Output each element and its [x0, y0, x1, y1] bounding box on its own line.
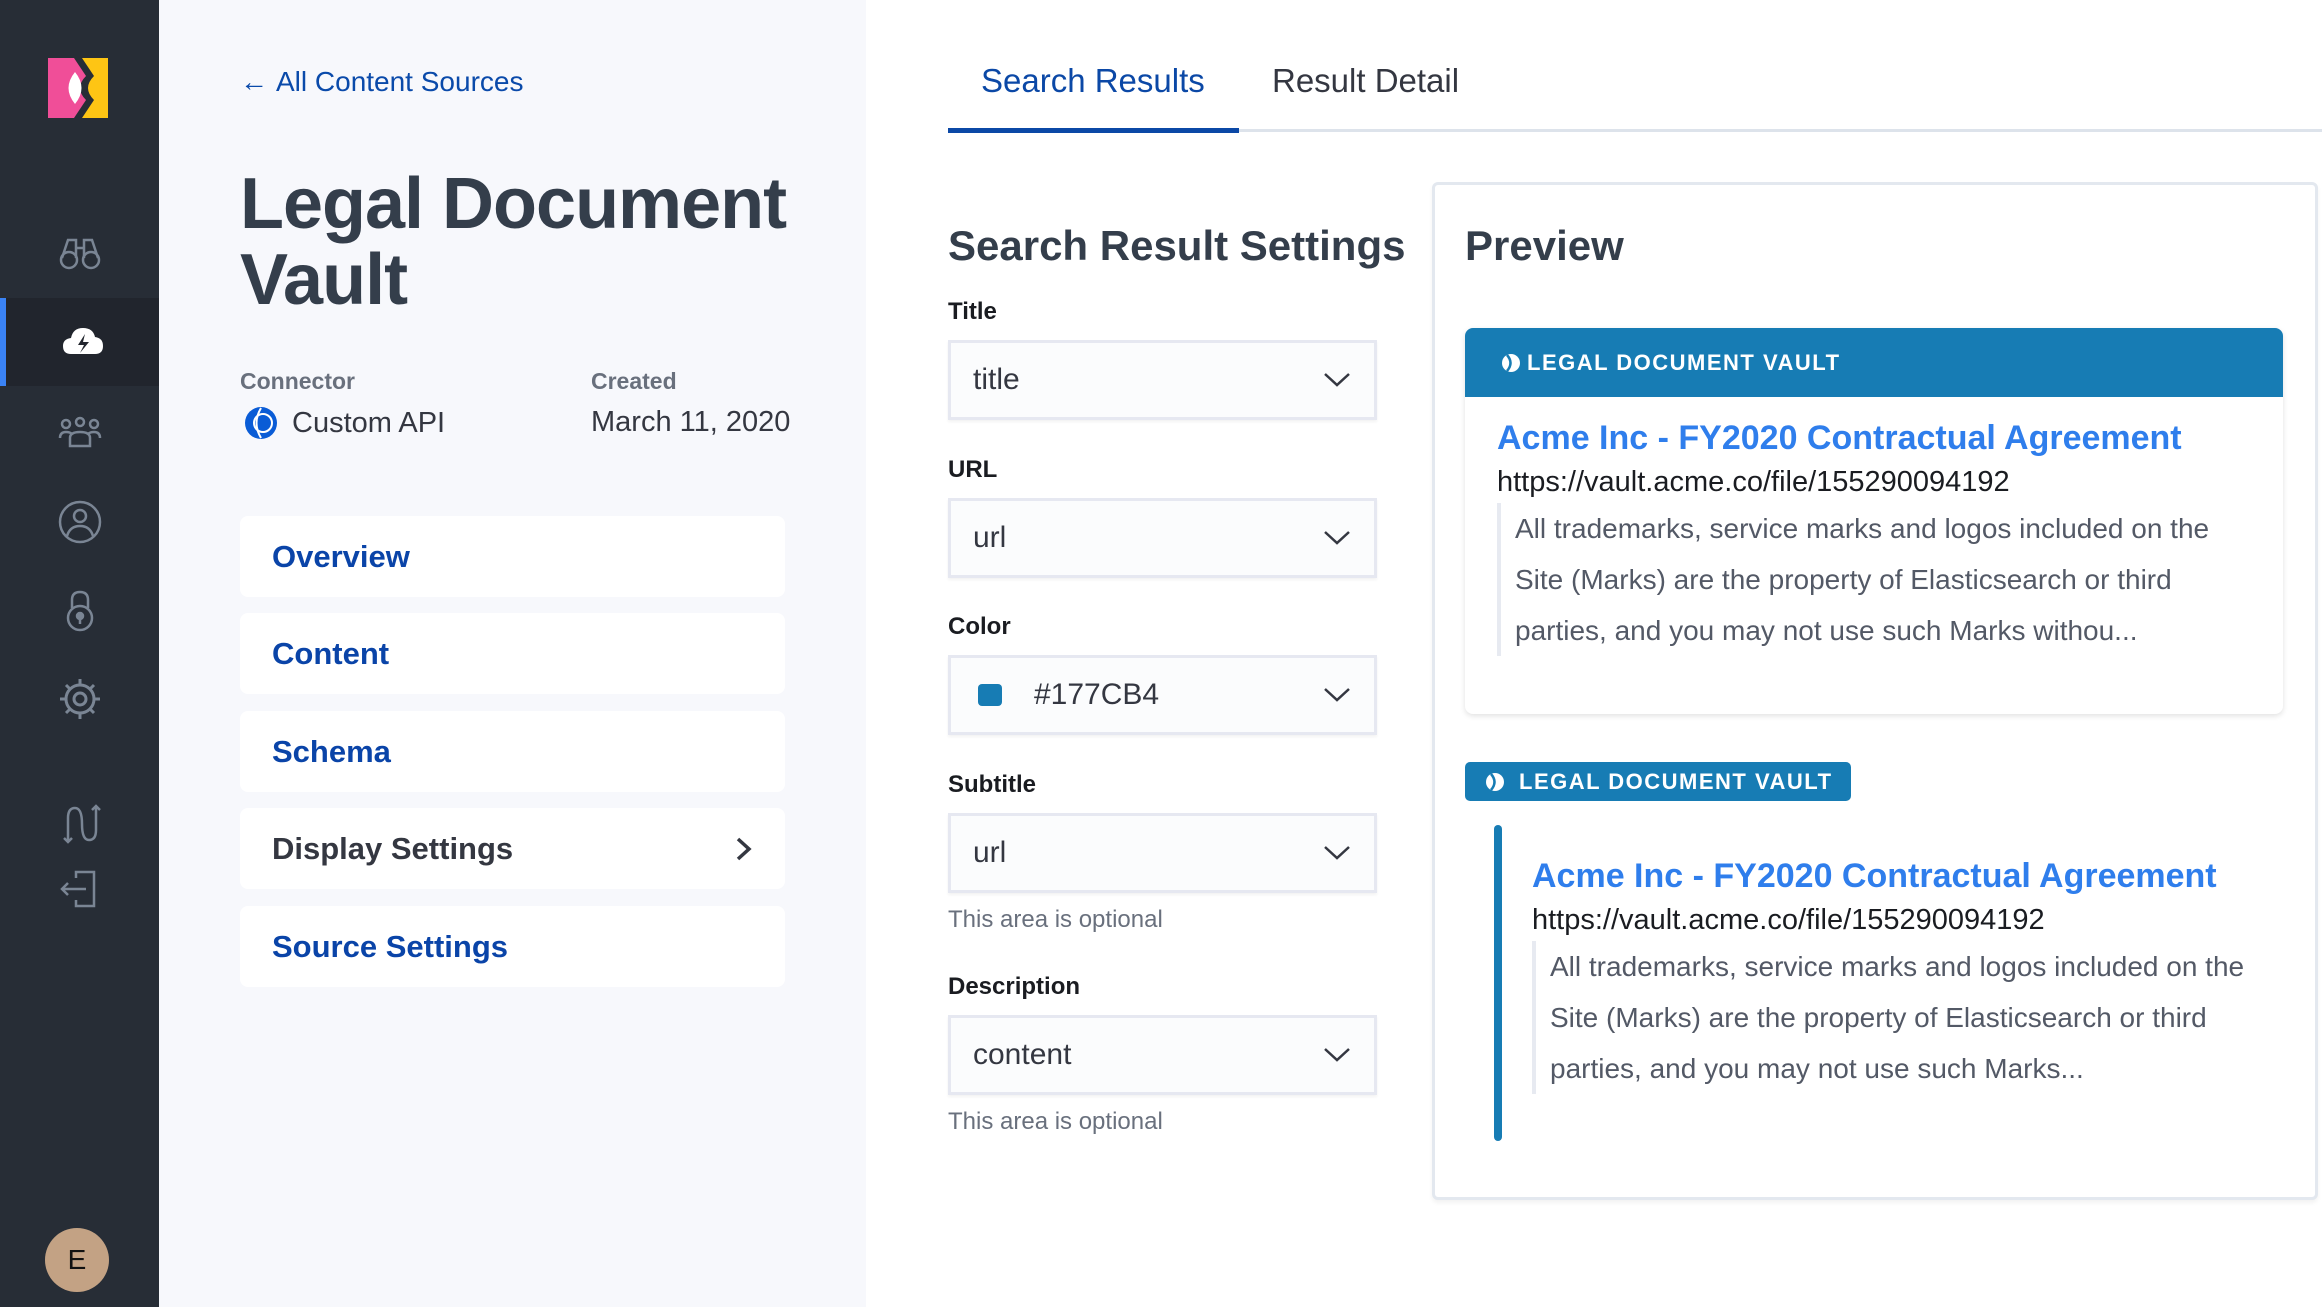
nav-item-display-settings[interactable]: Display Settings	[240, 808, 785, 889]
nav-item-label: Source Settings	[272, 928, 508, 964]
sidebar-item-search[interactable]	[0, 208, 159, 296]
preview-result-list-item: Acme Inc - FY2020 Contractual Agreement …	[1532, 857, 2272, 1094]
tab-search-results[interactable]: Search Results	[981, 62, 1205, 100]
preview-heading: Preview	[1465, 222, 1624, 269]
subtitle-help-text: This area is optional	[948, 906, 1163, 933]
result-description: All trademarks, service marks and logos …	[1532, 941, 2272, 1094]
url-select-value: url	[973, 521, 1007, 554]
chevron-down-icon	[1324, 531, 1350, 545]
connector-value: Custom API	[244, 406, 445, 440]
source-icon	[1486, 772, 1504, 791]
form-heading: Search Result Settings	[948, 222, 1406, 269]
arrow-left-icon: ←	[240, 66, 268, 97]
back-link-label: All Content Sources	[276, 66, 524, 97]
preview-result-card: LEGAL DOCUMENT VAULT Acme Inc - FY2020 C…	[1465, 328, 2283, 714]
created-date: March 11, 2020	[591, 406, 791, 438]
color-field-label: Color	[948, 613, 1011, 640]
nav-item-label: Content	[272, 635, 390, 671]
title-field-label: Title	[948, 298, 997, 325]
description-field-label: Description	[948, 973, 1081, 1000]
url-select[interactable]: url	[948, 498, 1377, 578]
sidebar-item-settings[interactable]	[0, 655, 159, 743]
sidebar-item-sources[interactable]	[0, 298, 159, 386]
chevron-down-icon	[1324, 846, 1350, 860]
result-accent-bar	[1494, 825, 1502, 1141]
binoculars-icon	[59, 238, 100, 270]
connector-name: Custom API	[292, 406, 446, 439]
result-source-badge: LEGAL DOCUMENT VAULT	[1465, 762, 1851, 801]
nav-item-label: Overview	[272, 538, 410, 574]
result-title-link[interactable]: Acme Inc - FY2020 Contractual Agreement	[1497, 419, 2251, 458]
connector-label: Connector	[240, 368, 355, 394]
description-help-text: This area is optional	[948, 1108, 1163, 1135]
user-circle-icon	[58, 500, 101, 544]
page-title: Legal Document Vault	[240, 164, 787, 320]
sidebar: E	[0, 0, 159, 1307]
subtitle-select[interactable]: url	[948, 813, 1377, 893]
result-description: All trademarks, service marks and logos …	[1497, 503, 2251, 656]
description-select-value: content	[973, 1038, 1072, 1071]
sidebar-item-groups[interactable]	[0, 388, 159, 476]
chevron-down-icon	[1324, 688, 1350, 702]
created-label: Created	[591, 368, 677, 394]
app-logo[interactable]	[48, 58, 108, 118]
created-value: March 11, 2020	[591, 406, 790, 439]
logout-icon	[59, 870, 95, 908]
gear-icon	[59, 679, 100, 719]
nav-item-overview[interactable]: Overview	[240, 516, 785, 597]
result-card-header: LEGAL DOCUMENT VAULT	[1465, 328, 2283, 397]
subtitle-field-label: Subtitle	[948, 771, 1036, 798]
chevron-down-icon	[1324, 373, 1350, 387]
description-select[interactable]: content	[948, 1015, 1377, 1095]
tab-active-indicator	[948, 128, 1239, 133]
nav-item-label: Schema	[272, 733, 391, 769]
sidebar-item-logout[interactable]	[0, 846, 159, 934]
chevron-down-icon	[1324, 1048, 1350, 1062]
back-link[interactable]: ← All Content Sources	[240, 66, 523, 98]
sidebar-item-profile[interactable]	[0, 478, 159, 566]
avatar[interactable]: E	[45, 1228, 109, 1292]
color-select[interactable]: #177CB4	[948, 655, 1377, 735]
sidebar-item-security[interactable]	[0, 566, 159, 654]
swap-icon	[62, 804, 101, 844]
title-select[interactable]: title	[948, 340, 1377, 420]
cloud-bolt-icon	[62, 328, 103, 354]
color-swatch	[978, 684, 1002, 706]
nav-item-source-settings[interactable]: Source Settings	[240, 906, 785, 987]
lock-icon	[66, 590, 93, 632]
subtitle-select-value: url	[973, 836, 1007, 869]
nav-item-label: Display Settings	[272, 830, 514, 866]
chevron-right-icon	[736, 837, 752, 860]
nav-item-content[interactable]: Content	[240, 613, 785, 694]
title-select-value: title	[973, 363, 1020, 396]
avatar-initial: E	[67, 1244, 87, 1275]
color-select-value: #177CB4	[1034, 678, 1160, 711]
result-title-link[interactable]: Acme Inc - FY2020 Contractual Agreement	[1532, 857, 2272, 896]
source-icon	[1502, 353, 1520, 372]
result-badge-label: LEGAL DOCUMENT VAULT	[1519, 768, 1833, 794]
url-field-label: URL	[948, 456, 998, 483]
result-url: https://vault.acme.co/file/155290094192	[1497, 466, 2010, 498]
custom-api-icon	[245, 407, 277, 439]
tab-result-detail[interactable]: Result Detail	[1272, 62, 1459, 100]
nav-item-schema[interactable]: Schema	[240, 711, 785, 792]
result-card-source: LEGAL DOCUMENT VAULT	[1527, 349, 1841, 375]
result-url: https://vault.acme.co/file/155290094192	[1532, 904, 2045, 936]
users-group-icon	[58, 416, 101, 448]
